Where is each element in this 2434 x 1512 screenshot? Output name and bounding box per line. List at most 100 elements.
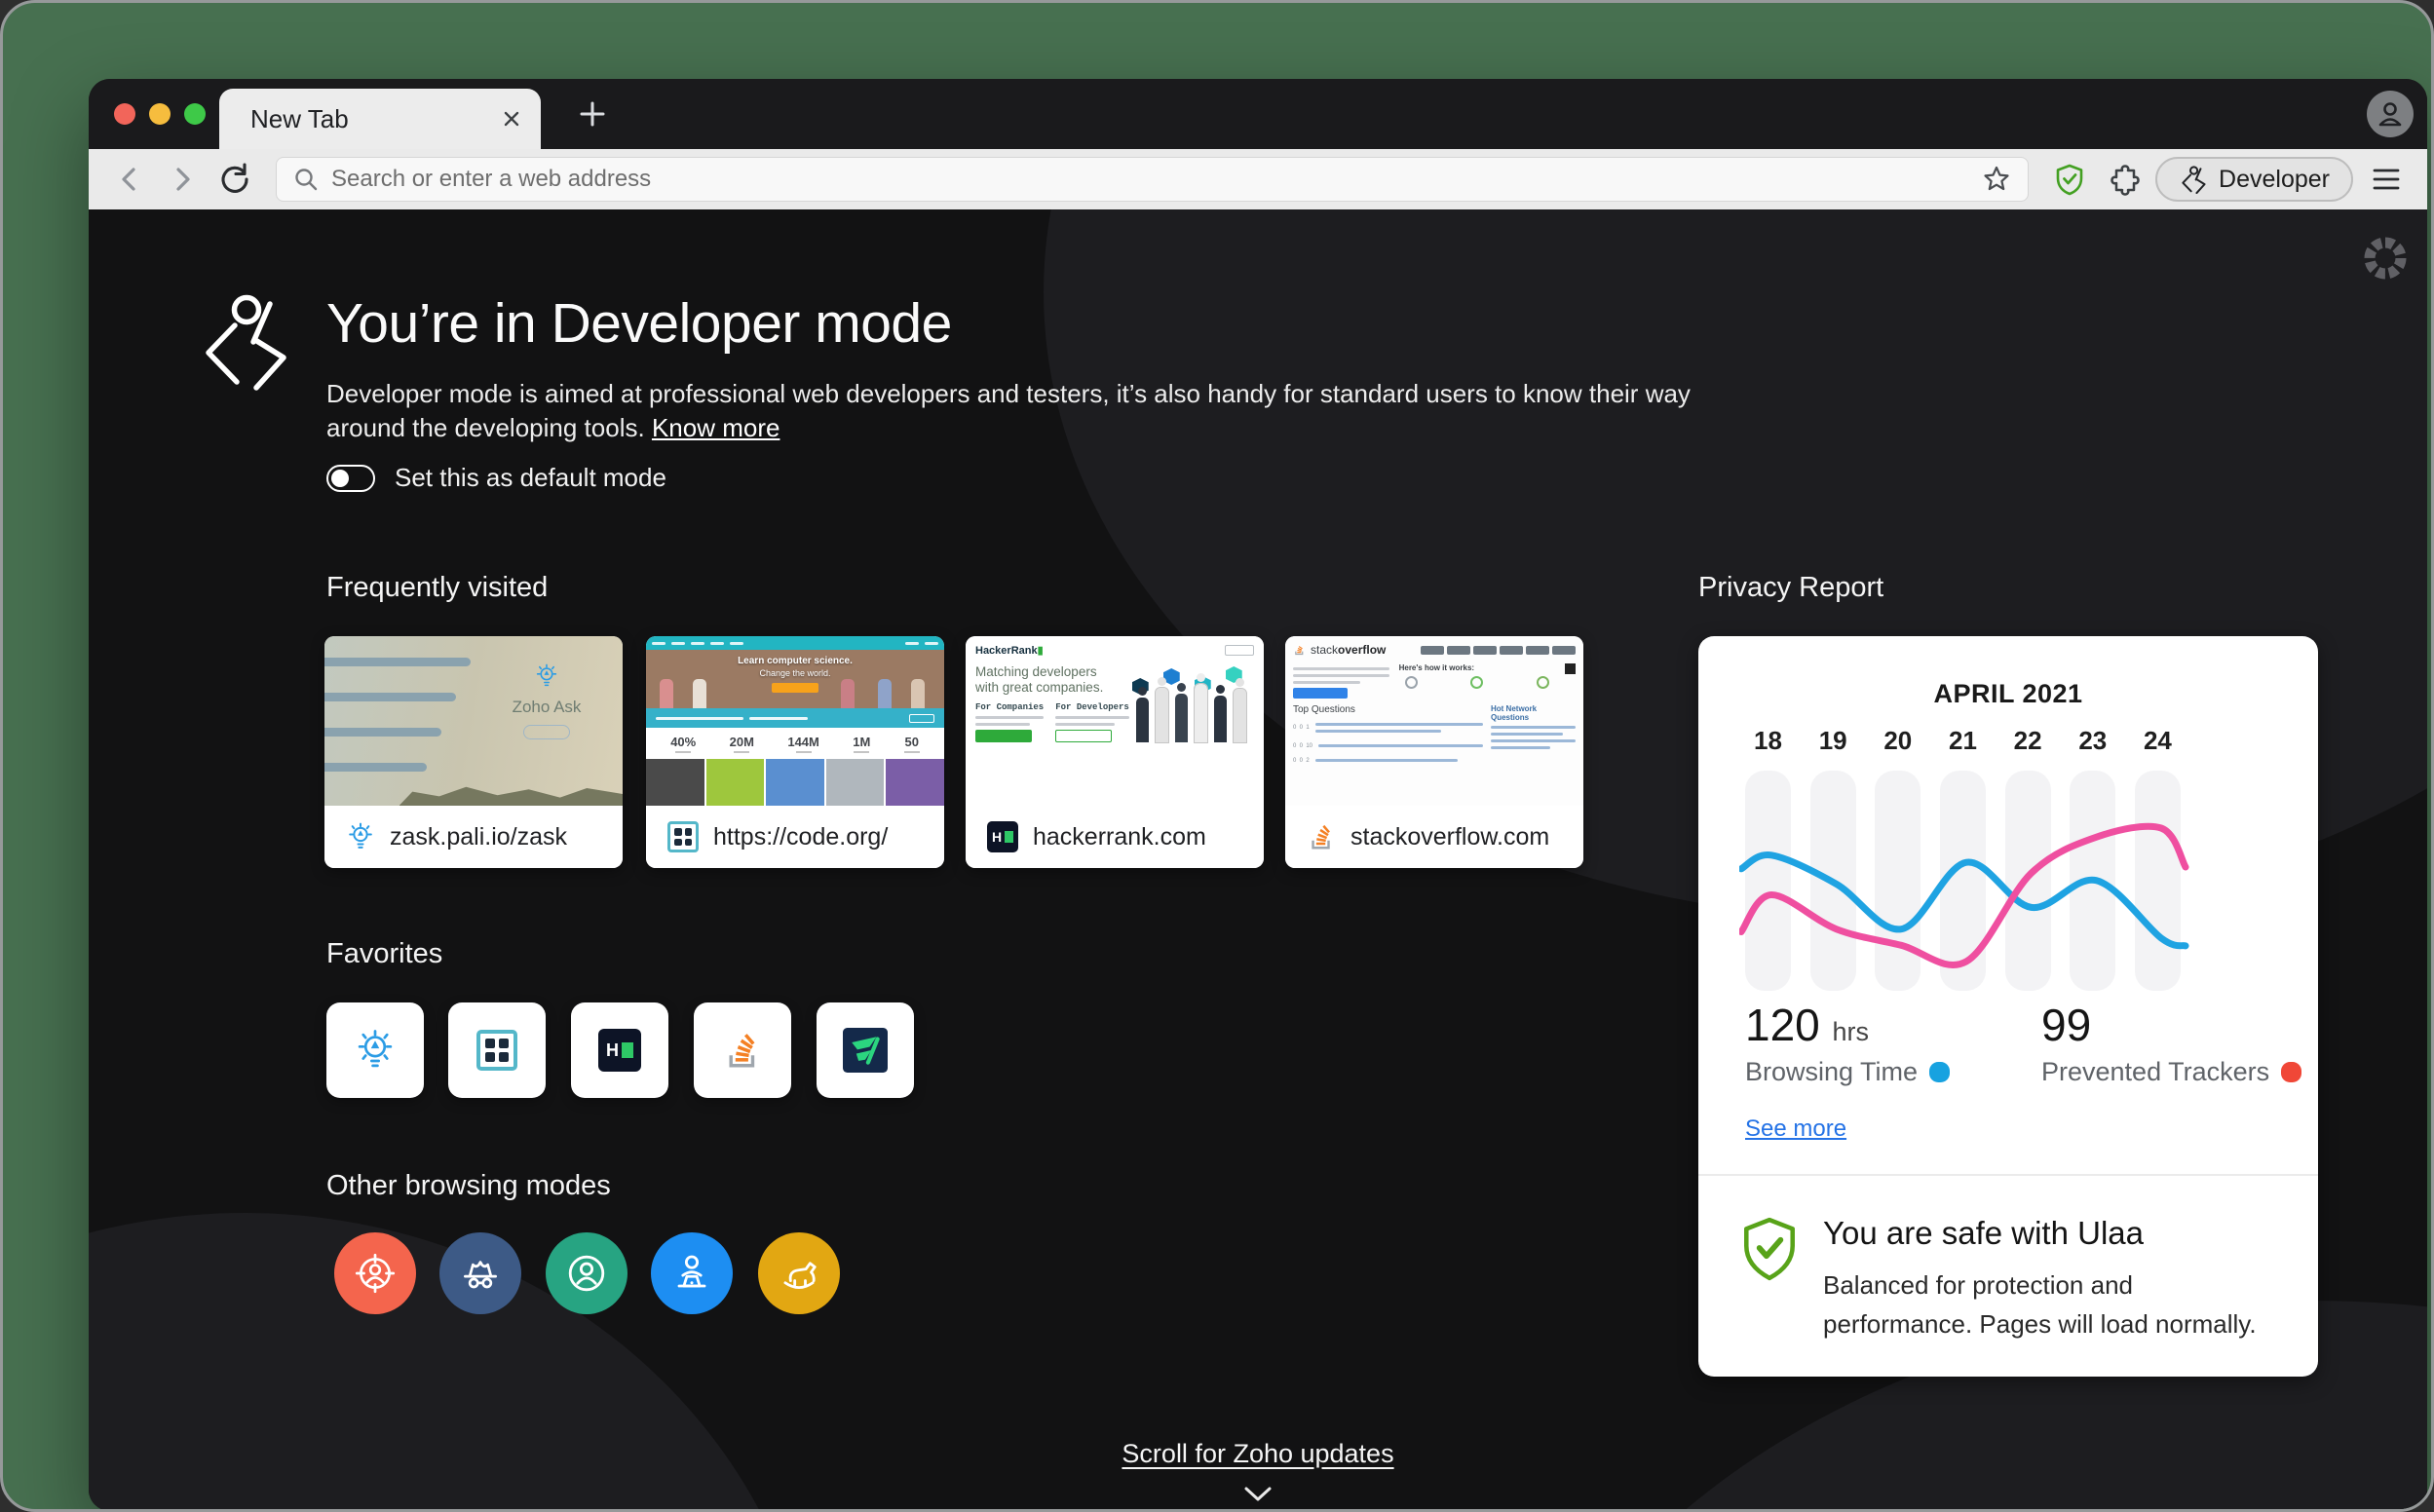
bookmark-star-icon[interactable] [1981,164,2012,195]
know-more-link[interactable]: Know more [652,413,780,442]
stackoverflow-favicon [1307,821,1336,852]
back-button[interactable] [110,160,149,199]
person-laptop-icon [666,1248,717,1299]
default-mode-toggle-label: Set this as default mode [395,463,666,493]
so-top-questions: Top Questions [1293,704,1483,715]
browsing-time-label: Browsing Time [1745,1057,1950,1087]
privacy-report-card: APRIL 2021 1819 2021 2223 24 [1698,636,2318,1377]
profile-avatar[interactable] [2367,91,2414,137]
browsing-modes-title: Other browsing modes [326,1170,611,1202]
mode-kids[interactable] [758,1232,840,1314]
prevented-trackers-label: Prevented Trackers [2041,1057,2301,1087]
minimize-window-button[interactable] [149,103,171,125]
lightbulb-icon [354,1029,397,1072]
navigation-bar: Search or enter a web address [89,149,2427,209]
site-card-hackerrank[interactable]: HackerRank▮ Matching developers with gre… [966,636,1264,868]
tab-close-icon[interactable] [502,109,521,129]
developer-mode-button[interactable]: Developer [2155,157,2353,202]
description-text: Developer mode is aimed at professional … [326,379,1691,442]
mode-tracker-free[interactable] [334,1232,416,1314]
new-tab-button[interactable] [576,97,609,131]
see-more-link[interactable]: See more [1745,1115,1846,1143]
site-url: https://code.org/ [713,823,888,851]
back-icon [113,163,146,196]
safe-shield-check-icon [1741,1217,1798,1281]
tab-new-tab[interactable]: New Tab [219,89,541,149]
close-window-button[interactable] [114,103,135,125]
safe-title: You are safe with Ulaa [1823,1215,2144,1252]
zoom-window-button[interactable] [184,103,206,125]
rocking-horse-icon [774,1248,824,1299]
new-tab-page: You’re in Developer mode Developer mode … [89,209,2427,1511]
privacy-report-title: Privacy Report [1698,572,1883,604]
site-thumbnail-stackoverflow: stackstackoverflowoverflow Here's how it… [1285,636,1583,806]
developer-mode-icon [2179,166,2208,194]
address-bar[interactable]: Search or enter a web address [276,157,2029,202]
privacy-chart [1745,771,2181,991]
browsing-time-value: 120 hrs [1745,999,1869,1051]
favorite-code-org[interactable] [448,1002,546,1098]
hamburger-menu-icon [2371,165,2402,194]
privacy-days-row: 1819 2021 2223 24 [1745,726,2181,756]
zask-thumb-button [523,725,570,739]
window-controls [114,103,206,125]
scroll-updates-link[interactable]: Scroll for Zoho updates [1122,1439,1393,1468]
zask-thumb-title: Zoho Ask [488,698,605,717]
page-description: Developer mode is aimed at professional … [326,377,1759,445]
menu-button[interactable] [2367,160,2406,199]
mode-personal[interactable] [546,1232,628,1314]
developer-mode-label: Developer [2219,166,2330,194]
site-label: H hackerrank.com [966,806,1264,868]
site-label: https://code.org/ [646,806,944,868]
card-divider [1698,1174,2318,1176]
search-icon [292,166,320,193]
site-thumbnail-zask: Zoho Ask [324,636,623,806]
default-mode-toggle-row: Set this as default mode [326,463,666,493]
favorites-title: Favorites [326,938,442,970]
mode-incognito[interactable] [439,1232,521,1314]
reload-icon [217,162,252,197]
zask-favicon [346,822,375,851]
hackerrank-icon: H [598,1029,641,1072]
stackoverflow-icon [722,1028,763,1073]
site-url: zask.pali.io/zask [390,823,567,851]
favorite-f-logo[interactable] [817,1002,914,1098]
code-org-stats: 40% 20M 144M 1M 50 [646,728,944,759]
lightbulb-icon [534,663,559,689]
site-url: hackerrank.com [1033,823,1206,851]
frequently-visited-title: Frequently visited [326,572,548,604]
hackerrank-favicon: H [987,821,1018,852]
person-icon [2375,98,2406,130]
site-safety-button[interactable] [2050,160,2089,199]
forward-icon [166,163,199,196]
favorite-stackoverflow[interactable] [694,1002,791,1098]
browsing-time-dot [1929,1062,1950,1082]
extensions-button[interactable] [2103,160,2142,199]
reload-button[interactable] [215,160,254,199]
scroll-updates-row: Scroll for Zoho updates [89,1439,2427,1469]
code-org-favicon [667,821,699,852]
site-card-zask[interactable]: Zoho Ask zask.pali.i [324,636,623,868]
site-card-code-org[interactable]: Learn computer science. Change the world… [646,636,944,868]
person-circle-icon [561,1248,612,1299]
developer-mode-hero-icon [194,293,295,391]
prevented-trackers-value: 99 [2041,999,2091,1051]
tab-title: New Tab [250,104,502,134]
sync-spinner-icon[interactable] [2360,233,2411,284]
site-label: zask.pali.io/zask [324,806,623,868]
default-mode-toggle[interactable] [326,465,375,492]
favorite-hackerrank[interactable]: H [571,1002,668,1098]
site-thumbnail-hackerrank: HackerRank▮ Matching developers with gre… [966,636,1264,806]
stackoverflow-logo-text: stackstackoverflowoverflow [1311,643,1386,657]
site-card-stackoverflow[interactable]: stackstackoverflowoverflow Here's how it… [1285,636,1583,868]
page-title: You’re in Developer mode [326,291,952,356]
code-org-hero-text: Learn computer science. Change the world… [646,656,944,680]
stackoverflow-mini-icon [1293,643,1306,657]
favorite-zoho-ask[interactable] [326,1002,424,1098]
site-url: stackoverflow.com [1350,823,1549,851]
chevron-down-icon[interactable] [1243,1486,1273,1502]
mode-work[interactable] [651,1232,733,1314]
privacy-month-label: APRIL 2021 [1698,679,2318,709]
site-label: stackoverflow.com [1285,806,1583,868]
forward-button[interactable] [163,160,202,199]
